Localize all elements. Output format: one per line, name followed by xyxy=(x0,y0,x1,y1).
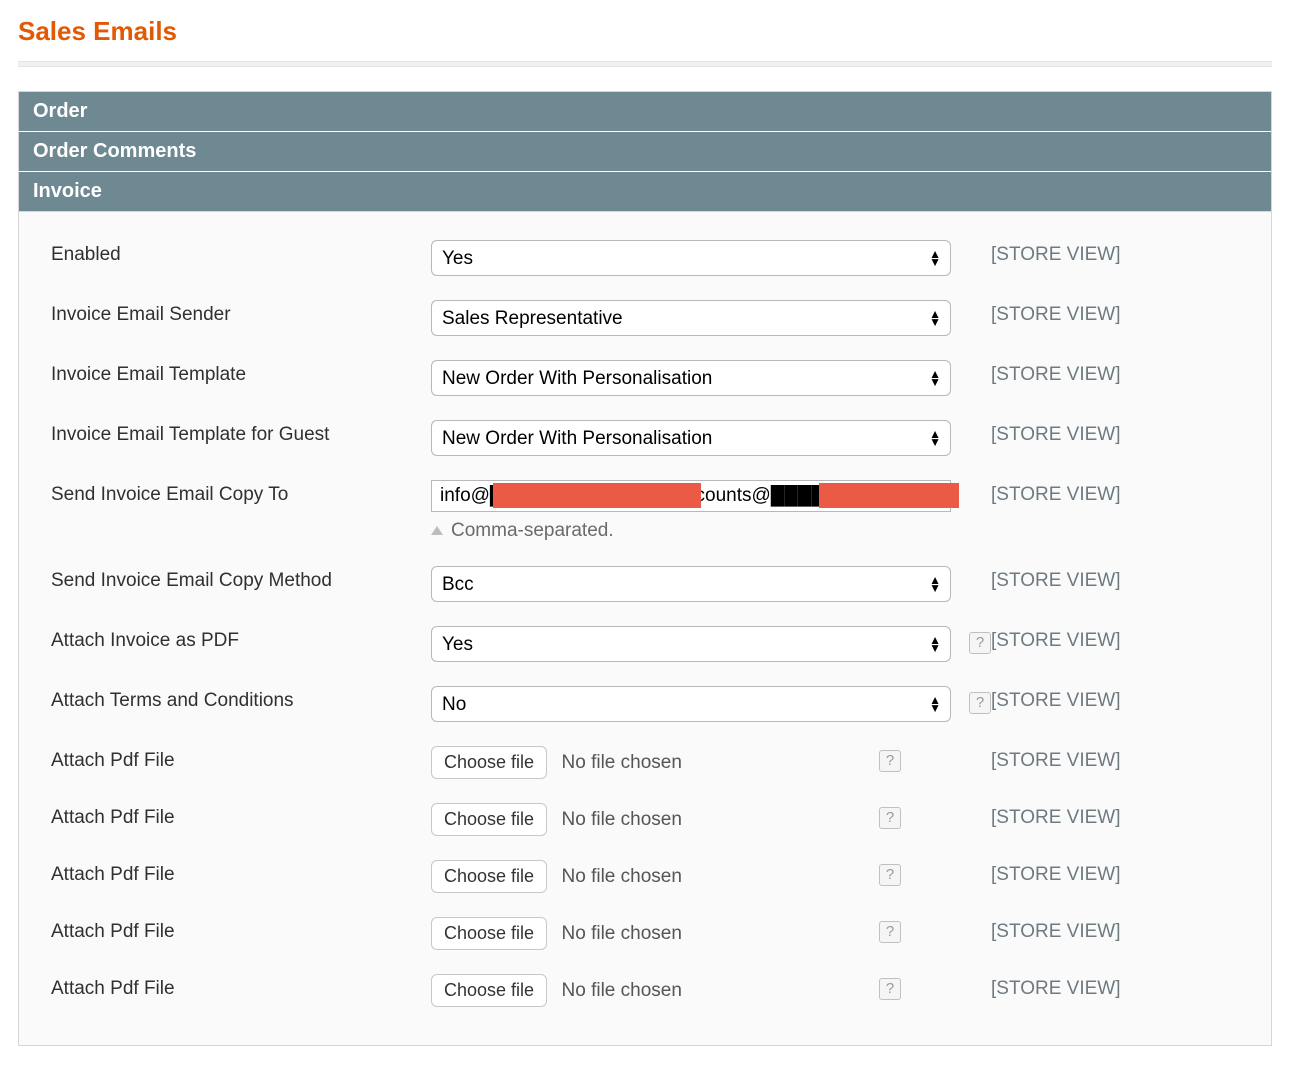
redaction-bar-1 xyxy=(493,483,701,508)
help-icon[interactable]: ? xyxy=(969,692,991,714)
row-attach-terms: Attach Terms and Conditions No ▲▼ ? [STO… xyxy=(51,686,1239,722)
file-status-3: No file chosen xyxy=(562,866,682,888)
select-enabled[interactable]: Yes xyxy=(431,240,951,276)
scope-file-2: [STORE VIEW] xyxy=(961,803,1239,829)
help-icon[interactable]: ? xyxy=(969,632,991,654)
scope-sender: [STORE VIEW] xyxy=(961,300,1239,326)
label-attach-pdf: Attach Invoice as PDF xyxy=(51,626,431,652)
scope-attach-terms: [STORE VIEW] xyxy=(961,686,1239,712)
row-attach-file-2: Attach Pdf File Choose file No file chos… xyxy=(51,803,1239,836)
page-title: Sales Emails xyxy=(18,16,1272,47)
hint-copy-to: Comma-separated. xyxy=(431,520,961,542)
label-attach-file-1: Attach Pdf File xyxy=(51,746,431,772)
scope-template: [STORE VIEW] xyxy=(961,360,1239,386)
row-attach-file-1: Attach Pdf File Choose file No file chos… xyxy=(51,746,1239,779)
label-attach-file-2: Attach Pdf File xyxy=(51,803,431,829)
scope-file-5: [STORE VIEW] xyxy=(961,974,1239,1000)
help-icon[interactable]: ? xyxy=(879,807,901,829)
file-status-2: No file chosen xyxy=(562,809,682,831)
label-copy-to: Send Invoice Email Copy To xyxy=(51,480,431,506)
select-attach-pdf[interactable]: Yes xyxy=(431,626,951,662)
select-template-guest[interactable]: New Order With Personalisation xyxy=(431,420,951,456)
label-template-guest: Invoice Email Template for Guest xyxy=(51,420,431,446)
select-sender[interactable]: Sales Representative xyxy=(431,300,951,336)
label-attach-file-4: Attach Pdf File xyxy=(51,917,431,943)
label-copy-method: Send Invoice Email Copy Method xyxy=(51,566,431,592)
choose-file-button-1[interactable]: Choose file xyxy=(431,746,547,779)
row-sender: Invoice Email Sender Sales Representativ… xyxy=(51,300,1239,336)
row-template: Invoice Email Template New Order With Pe… xyxy=(51,360,1239,396)
label-attach-file-5: Attach Pdf File xyxy=(51,974,431,1000)
help-icon[interactable]: ? xyxy=(879,864,901,886)
row-copy-to: Send Invoice Email Copy To Comma-separat… xyxy=(51,480,1239,542)
label-attach-file-3: Attach Pdf File xyxy=(51,860,431,886)
file-status-4: No file chosen xyxy=(562,923,682,945)
label-template: Invoice Email Template xyxy=(51,360,431,386)
section-header-order[interactable]: Order xyxy=(19,92,1271,132)
row-template-guest: Invoice Email Template for Guest New Ord… xyxy=(51,420,1239,456)
redaction-bar-2 xyxy=(819,483,959,508)
hint-triangle-icon xyxy=(431,526,443,535)
scope-attach-pdf: [STORE VIEW] xyxy=(961,626,1239,652)
row-attach-file-4: Attach Pdf File Choose file No file chos… xyxy=(51,917,1239,950)
scope-copy-method: [STORE VIEW] xyxy=(961,566,1239,592)
select-template[interactable]: New Order With Personalisation xyxy=(431,360,951,396)
section-header-order-comments[interactable]: Order Comments xyxy=(19,132,1271,172)
row-attach-file-5: Attach Pdf File Choose file No file chos… xyxy=(51,974,1239,1007)
section-header-invoice[interactable]: Invoice xyxy=(19,172,1271,212)
help-icon[interactable]: ? xyxy=(879,750,901,772)
hint-copy-to-text: Comma-separated. xyxy=(451,520,614,541)
help-icon[interactable]: ? xyxy=(879,978,901,1000)
scope-enabled: [STORE VIEW] xyxy=(961,240,1239,266)
invoice-section-body: Enabled Yes ▲▼ [STORE VIEW] Invoice Emai… xyxy=(19,212,1271,1045)
scope-copy-to: [STORE VIEW] xyxy=(961,480,1239,506)
row-enabled: Enabled Yes ▲▼ [STORE VIEW] xyxy=(51,240,1239,276)
label-sender: Invoice Email Sender xyxy=(51,300,431,326)
scope-file-1: [STORE VIEW] xyxy=(961,746,1239,772)
row-attach-file-3: Attach Pdf File Choose file No file chos… xyxy=(51,860,1239,893)
file-status-1: No file chosen xyxy=(562,752,682,774)
choose-file-button-3[interactable]: Choose file xyxy=(431,860,547,893)
label-enabled: Enabled xyxy=(51,240,431,266)
row-copy-method: Send Invoice Email Copy Method Bcc ▲▼ [S… xyxy=(51,566,1239,602)
sections-container: Order Order Comments Invoice Enabled Yes… xyxy=(18,91,1272,1046)
page-divider xyxy=(18,61,1272,67)
select-attach-terms[interactable]: No xyxy=(431,686,951,722)
scope-template-guest: [STORE VIEW] xyxy=(961,420,1239,446)
choose-file-button-2[interactable]: Choose file xyxy=(431,803,547,836)
file-status-5: No file chosen xyxy=(562,980,682,1002)
choose-file-button-5[interactable]: Choose file xyxy=(431,974,547,1007)
choose-file-button-4[interactable]: Choose file xyxy=(431,917,547,950)
row-attach-pdf: Attach Invoice as PDF Yes ▲▼ ? [STORE VI… xyxy=(51,626,1239,662)
help-icon[interactable]: ? xyxy=(879,921,901,943)
scope-file-4: [STORE VIEW] xyxy=(961,917,1239,943)
select-copy-method[interactable]: Bcc xyxy=(431,566,951,602)
scope-file-3: [STORE VIEW] xyxy=(961,860,1239,886)
label-attach-terms: Attach Terms and Conditions xyxy=(51,686,431,712)
